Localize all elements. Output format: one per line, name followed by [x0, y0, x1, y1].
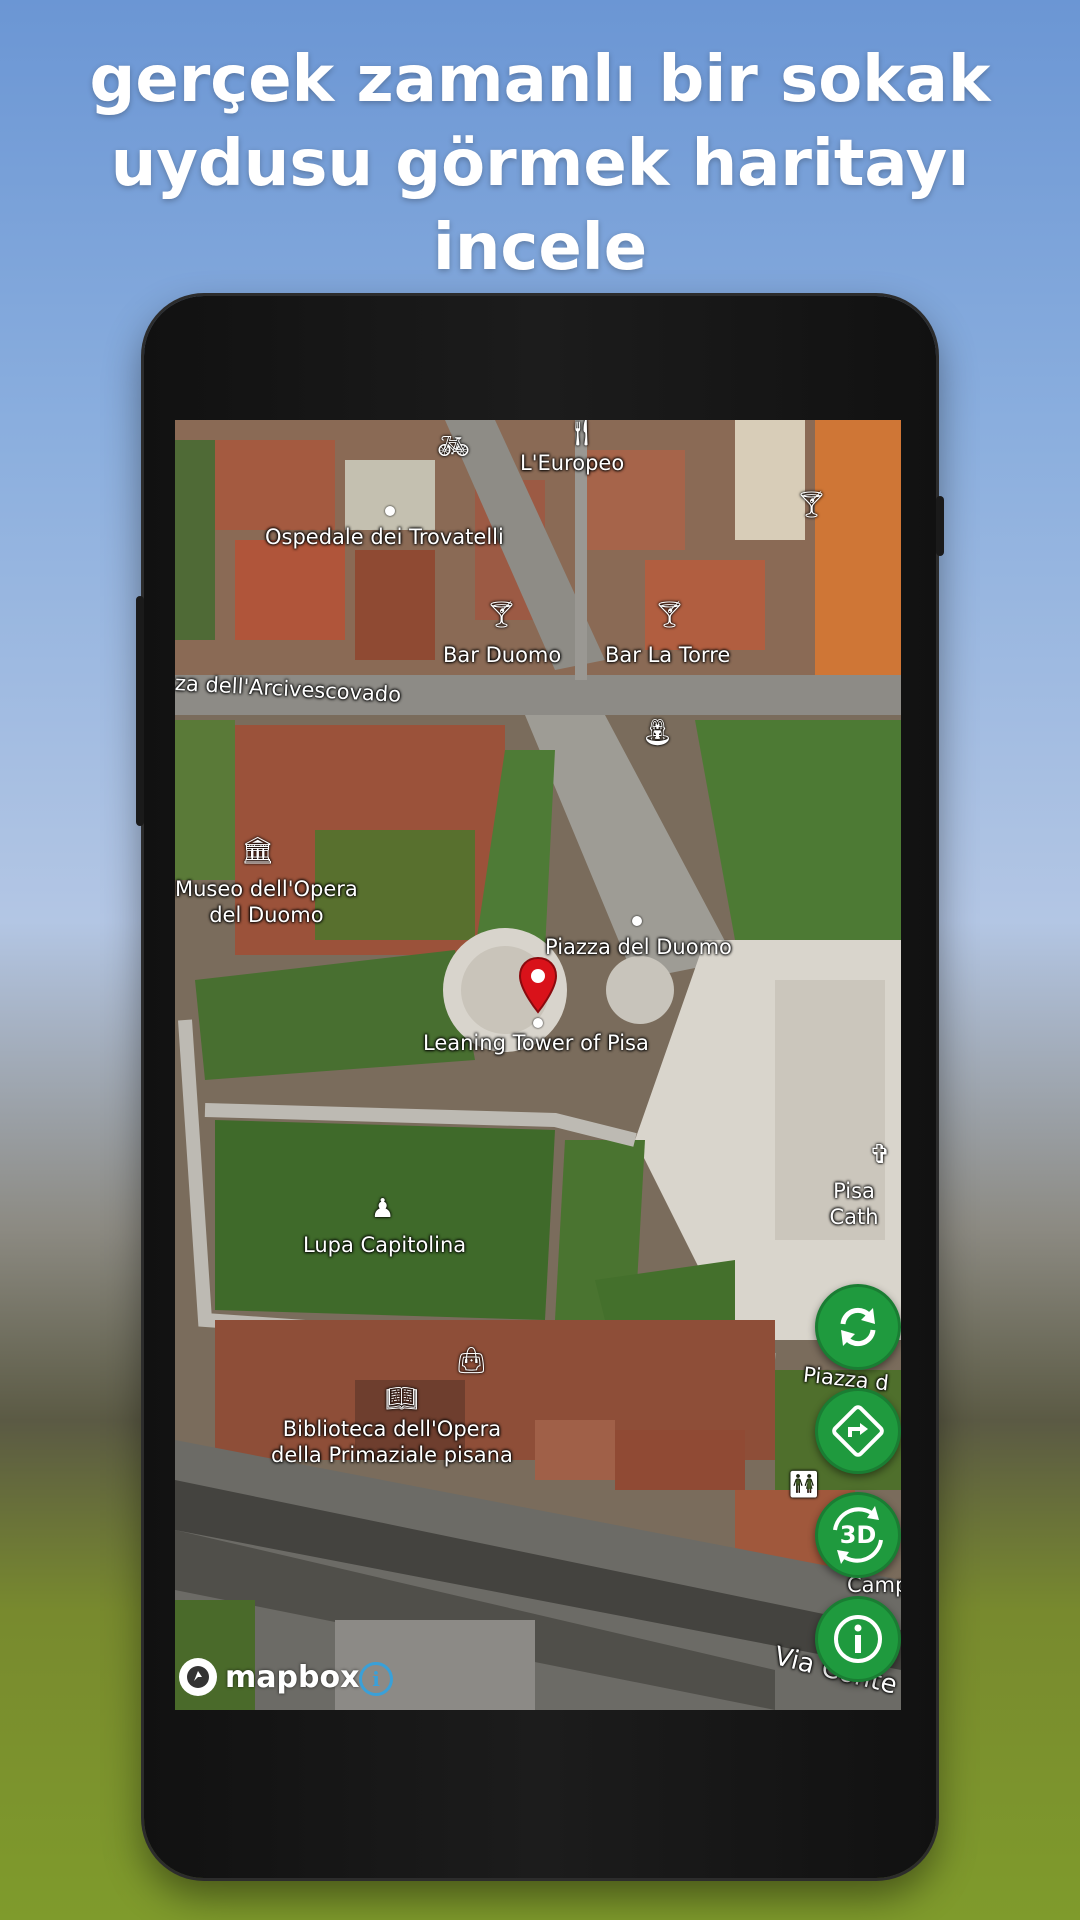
directions-icon — [832, 1405, 884, 1457]
satellite-map[interactable] — [175, 420, 901, 1710]
mapbox-logo[interactable]: mapbox — [179, 1658, 359, 1696]
location-marker-icon[interactable] — [517, 956, 559, 1016]
poi-dot-piazza — [632, 916, 642, 926]
refresh-icon — [840, 1307, 876, 1347]
poi-label-biblioteca[interactable]: Biblioteca dell'Opera della Primaziale p… — [271, 1416, 513, 1468]
refresh-button[interactable] — [815, 1284, 901, 1370]
monument-icon[interactable]: ♟︎ — [371, 1196, 394, 1222]
poi-dot-tower — [533, 1018, 543, 1028]
directions-button[interactable] — [815, 1388, 901, 1474]
cocktail-icon[interactable]: 🍸︎ — [653, 602, 686, 628]
drinking-water-icon[interactable]: ⛲︎ — [641, 720, 674, 746]
3d-view-button[interactable]: 3D — [815, 1492, 901, 1578]
cocktail-icon[interactable]: 🍸︎ — [485, 602, 518, 628]
map-view[interactable]: 🚲︎ 🍴︎ L'Europeo 🍸︎ Ospedale dei Trovatel… — [175, 420, 901, 1710]
shopping-bag-icon[interactable]: 👜︎ — [455, 1348, 488, 1374]
bicycle-icon[interactable]: 🚲︎ — [437, 434, 470, 460]
book-icon[interactable]: 📖︎ — [385, 1386, 418, 1412]
museum-icon[interactable]: 🏛︎ — [241, 838, 274, 864]
church-cross-icon[interactable]: ✞ — [869, 1142, 891, 1168]
attribution-info-button[interactable]: i — [359, 1662, 393, 1696]
info-button[interactable] — [815, 1596, 901, 1682]
mapbox-mark-icon — [179, 1658, 217, 1696]
poi-label-bar-la-torre[interactable]: Bar La Torre — [605, 642, 730, 668]
poi-label-pisa-cathedral[interactable]: Pisa Cath — [807, 1178, 901, 1230]
toilets-icon[interactable]: 🚻︎ — [787, 1472, 820, 1498]
poi-dot-ospedale — [385, 506, 395, 516]
poi-label-ospedale[interactable]: Ospedale dei Trovatelli — [265, 524, 504, 550]
poi-label-leuropeo[interactable]: L'Europeo — [520, 450, 624, 476]
poi-label-leaning-tower[interactable]: Leaning Tower of Pisa — [423, 1030, 649, 1056]
cocktail-icon[interactable]: 🍸︎ — [795, 492, 828, 518]
phone-volume-button — [136, 596, 144, 826]
poi-label-piazza-duomo[interactable]: Piazza del Duomo — [545, 934, 732, 960]
info-icon — [834, 1615, 882, 1663]
restaurant-icon[interactable]: 🍴︎ — [565, 420, 598, 446]
mapbox-wordmark: mapbox — [225, 1659, 360, 1695]
poi-label-bar-duomo[interactable]: Bar Duomo — [443, 642, 561, 668]
3d-label: 3D — [839, 1521, 877, 1549]
poi-label-museo[interactable]: Museo dell'Opera del Duomo — [175, 876, 358, 928]
promo-headline: gerçek zamanlı bir sokak uydusu görmek h… — [89, 43, 991, 285]
poi-label-lupa[interactable]: Lupa Capitolina — [303, 1232, 466, 1258]
phone-side-button — [936, 496, 944, 556]
